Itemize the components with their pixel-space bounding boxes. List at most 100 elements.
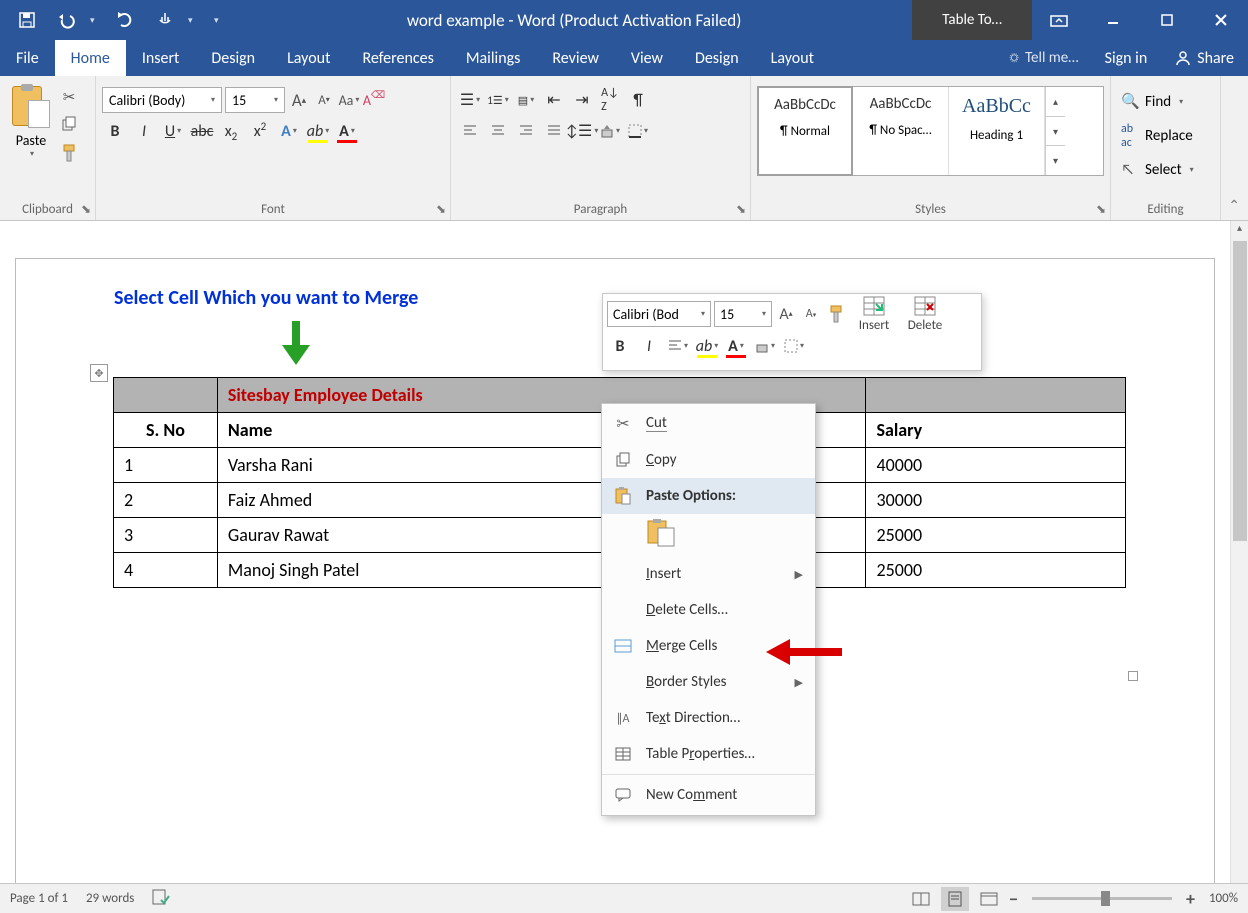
mini-shading-icon[interactable]: ▾: [752, 333, 778, 359]
scroll-thumb[interactable]: [1233, 241, 1247, 541]
undo-icon[interactable]: [50, 4, 84, 36]
mini-decrease-font-icon[interactable]: A▾: [800, 302, 822, 326]
minimize-icon[interactable]: [1086, 0, 1140, 40]
close-icon[interactable]: [1194, 0, 1248, 40]
print-layout-icon[interactable]: [941, 887, 969, 911]
clipboard-launcher-icon[interactable]: ⬊: [81, 202, 91, 217]
zoom-slider[interactable]: [1032, 897, 1172, 900]
qa-customize-icon[interactable]: ▾: [214, 15, 226, 26]
read-mode-icon[interactable]: [907, 887, 935, 911]
format-painter-icon[interactable]: [60, 144, 78, 162]
cell-salary[interactable]: 30000: [866, 483, 1126, 518]
text-effects-icon[interactable]: A▾: [276, 118, 302, 144]
mini-delete-button[interactable]: Delete: [901, 296, 949, 333]
web-layout-icon[interactable]: [975, 887, 1003, 911]
style-no-spacing[interactable]: AaBbCcDc¶ No Spac…: [853, 87, 949, 175]
save-icon[interactable]: [10, 4, 44, 36]
find-button[interactable]: 🔍Find▾: [1117, 88, 1214, 115]
mini-increase-font-icon[interactable]: A▴: [775, 302, 797, 326]
redo-icon[interactable]: [108, 4, 142, 36]
cell-sno[interactable]: 1: [114, 448, 218, 483]
paste-button[interactable]: Paste ▾: [6, 80, 56, 159]
tab-table-layout[interactable]: Layout: [755, 40, 830, 76]
mini-align-icon[interactable]: ▾: [665, 333, 691, 359]
bold-button[interactable]: B: [102, 118, 128, 144]
tab-file[interactable]: File: [0, 40, 55, 76]
zoom-out-button[interactable]: −: [1009, 888, 1018, 910]
show-marks-icon[interactable]: ¶: [625, 87, 651, 113]
ctx-delete-cells[interactable]: Delete Cells…: [602, 592, 815, 628]
tab-insert[interactable]: Insert: [126, 40, 196, 76]
cut-icon[interactable]: ✂: [60, 88, 78, 106]
ctx-cut[interactable]: ✂Cut: [602, 406, 815, 442]
table-header-empty-3[interactable]: [866, 378, 1126, 413]
tab-layout[interactable]: Layout: [271, 40, 346, 76]
borders-icon[interactable]: ▾: [625, 118, 651, 144]
maximize-icon[interactable]: [1140, 0, 1194, 40]
touch-mode-icon[interactable]: [148, 4, 182, 36]
strikethrough-button[interactable]: abc: [189, 118, 215, 144]
zoom-level[interactable]: 100%: [1209, 891, 1238, 906]
line-spacing-icon[interactable]: ↕☰▾: [569, 118, 595, 144]
gallery-down-icon[interactable]: ▾: [1046, 117, 1065, 147]
decrease-indent-icon[interactable]: ⇤: [541, 87, 567, 113]
tab-review[interactable]: Review: [536, 40, 615, 76]
mini-highlight-icon[interactable]: ab▾: [694, 333, 720, 359]
ribbon-display-icon[interactable]: [1032, 0, 1086, 40]
col-header-salary[interactable]: Salary: [866, 413, 1126, 448]
ctx-new-comment[interactable]: New Comment: [602, 777, 815, 813]
status-proofing-icon[interactable]: [152, 889, 170, 909]
mini-size-combo[interactable]: 15▾: [714, 301, 772, 327]
tell-me-input[interactable]: Tell me…: [998, 40, 1091, 76]
change-case-icon[interactable]: Aa▾: [338, 88, 360, 112]
styles-launcher-icon[interactable]: ⬊: [1096, 202, 1106, 217]
col-header-sno[interactable]: S. No: [114, 413, 218, 448]
superscript-button[interactable]: x2: [247, 118, 273, 144]
collapse-ribbon-icon[interactable]: ⌃: [1228, 197, 1240, 214]
font-size-combo[interactable]: 15▾: [225, 87, 285, 113]
cell-sno[interactable]: 2: [114, 483, 218, 518]
align-center-icon[interactable]: [485, 118, 511, 144]
tab-table-design[interactable]: Design: [679, 40, 755, 76]
mini-insert-button[interactable]: Insert: [850, 296, 898, 333]
decrease-font-icon[interactable]: A▾: [313, 88, 335, 112]
font-family-combo[interactable]: Calibri (Body)▾: [102, 87, 222, 113]
mini-bold-button[interactable]: B: [607, 333, 633, 359]
ctx-text-direction[interactable]: ∥AText Direction…: [602, 700, 815, 736]
scroll-up-icon[interactable]: ▴: [1231, 221, 1248, 239]
italic-button[interactable]: I: [131, 118, 157, 144]
mini-font-color-icon[interactable]: A▾: [723, 333, 749, 359]
increase-indent-icon[interactable]: ⇥: [569, 87, 595, 113]
cell-salary[interactable]: 40000: [866, 448, 1126, 483]
numbering-icon[interactable]: 1☰▾: [485, 87, 511, 113]
zoom-in-button[interactable]: +: [1186, 888, 1195, 910]
status-words[interactable]: 29 words: [86, 891, 134, 906]
shading-icon[interactable]: ▾: [597, 118, 623, 144]
align-left-icon[interactable]: [457, 118, 483, 144]
cell-sno[interactable]: 3: [114, 518, 218, 553]
align-right-icon[interactable]: [513, 118, 539, 144]
cell-salary[interactable]: 25000: [866, 553, 1126, 588]
replace-button[interactable]: abacReplace: [1117, 118, 1214, 154]
table-header-empty[interactable]: [114, 378, 218, 413]
table-tools-contextual-tab[interactable]: Table To…: [912, 0, 1032, 40]
cell-salary[interactable]: 25000: [866, 518, 1126, 553]
tab-view[interactable]: View: [615, 40, 679, 76]
ctx-insert[interactable]: Insert▶: [602, 556, 815, 592]
mini-font-combo[interactable]: Calibri (Bod▾: [607, 301, 711, 327]
paste-keep-formatting-icon[interactable]: [646, 518, 676, 548]
tab-design[interactable]: Design: [195, 40, 271, 76]
style-normal[interactable]: AaBbCcDc¶ Normal: [757, 86, 853, 176]
clear-formatting-icon[interactable]: A⌫: [363, 88, 385, 112]
underline-button[interactable]: U▾: [160, 118, 186, 144]
mini-italic-button[interactable]: I: [636, 333, 662, 359]
gallery-more-icon[interactable]: ▾: [1046, 146, 1065, 175]
select-button[interactable]: ↖Select▾: [1117, 157, 1214, 183]
style-heading1[interactable]: AaBbCcHeading 1: [949, 87, 1045, 175]
ctx-table-properties[interactable]: Table Properties…: [602, 736, 815, 772]
status-page[interactable]: Page 1 of 1: [10, 891, 68, 906]
sort-icon[interactable]: A↓Z: [597, 87, 623, 113]
gallery-up-icon[interactable]: ▴: [1046, 87, 1065, 117]
share-button[interactable]: Share: [1161, 40, 1248, 76]
font-color-icon[interactable]: A▾: [334, 118, 360, 144]
